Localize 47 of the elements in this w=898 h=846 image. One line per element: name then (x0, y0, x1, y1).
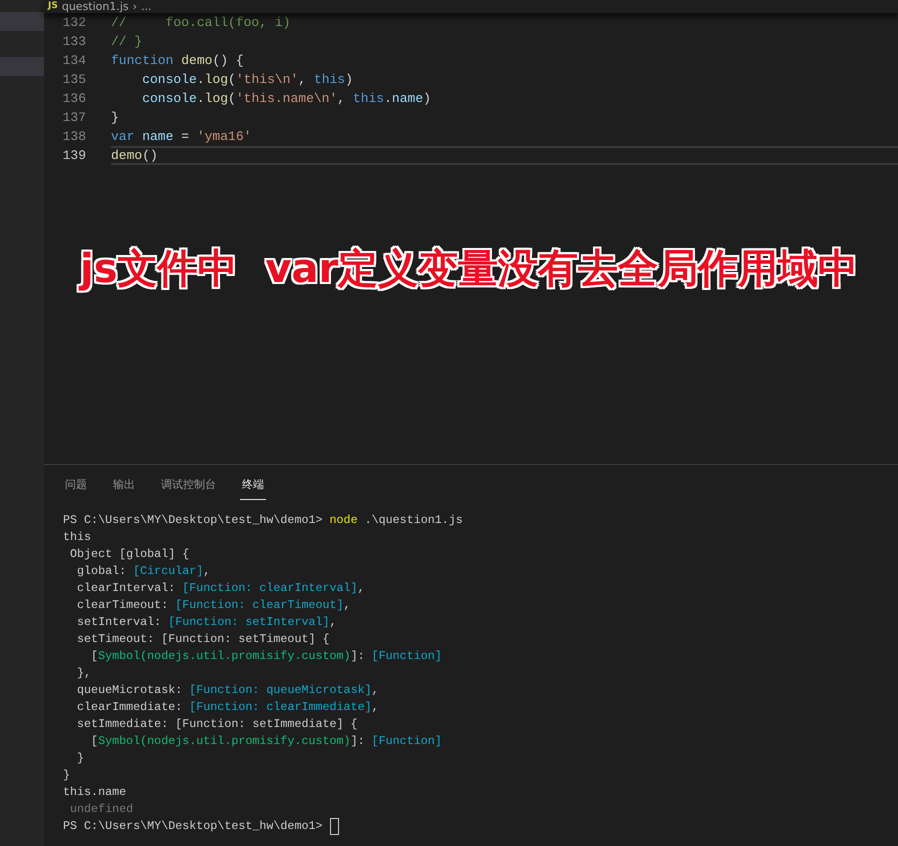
panel-tab[interactable]: 调试控制台 (159, 475, 218, 500)
line-number: 137 (62, 110, 87, 125)
code-line: console.log('this\n', this) (141, 71, 354, 89)
list-row-highlight (0, 12, 44, 31)
line-number: 133 (62, 34, 87, 49)
annotation-text: js文件中 var定义变量没有去全局作用域中 (80, 245, 858, 294)
code-line: demo() (111, 146, 898, 165)
terminal-cursor (330, 818, 339, 835)
list-row-highlight (0, 57, 44, 76)
panel-tab[interactable]: 输出 (111, 475, 137, 500)
js-file-icon: JS (48, 0, 58, 13)
terminal-line: PS C:\Users\MY\Desktop\test_hw\demo1> node .\question1.js (63, 512, 463, 529)
panel-tab[interactable]: 问题 (63, 475, 89, 500)
breadcrumb-file[interactable]: question1.js (62, 0, 129, 13)
line-number: 139 (62, 148, 87, 163)
terminal-line: global: [Circular], (76, 563, 210, 580)
terminal-line: clearImmediate: [Function: clearImmediate], (76, 699, 379, 716)
terminal-line: this.name (63, 784, 126, 801)
line-number: 135 (62, 72, 87, 87)
terminal-line: PS C:\Users\MY\Desktop\test_hw\demo1> (63, 818, 339, 835)
code-line: console.log('this.name\n', this.name) (141, 90, 432, 108)
terminal-line: undefined (69, 801, 134, 818)
terminal-line: queueMicrotask: [Function: queueMicrotask], (76, 682, 379, 699)
terminal-line: } (76, 750, 84, 767)
terminal-line: setImmediate: [Function: setImmediate] { (76, 716, 358, 733)
code-line: function demo() { (111, 52, 245, 70)
terminal-line: [Symbol(nodejs.util.promisify.custom)]: [Function] (90, 733, 442, 750)
breadcrumb-more[interactable]: ... (141, 0, 152, 13)
breadcrumb-separator: › (132, 0, 138, 13)
terminal-line: Object [global] { (69, 546, 190, 563)
terminal-line: clearInterval: [Function: clearInterval], (76, 580, 365, 597)
panel-tab[interactable]: 终端 (240, 475, 266, 500)
code-line: } (111, 109, 120, 127)
line-number: 138 (62, 129, 87, 144)
line-number: 132 (62, 15, 87, 30)
terminal-line: setInterval: [Function: setInterval], (76, 614, 337, 631)
code-line: // } (111, 33, 144, 51)
terminal-line: setTimeout: [Function: setTimeout] { (76, 631, 330, 648)
terminal-line: } (63, 767, 70, 784)
code-line: var name = 'yma16' (111, 128, 252, 146)
terminal-line: this (63, 529, 92, 546)
terminal-line: }, (76, 665, 92, 682)
code-line: // foo.call(foo, i) (111, 14, 292, 32)
line-number: 136 (62, 91, 87, 106)
terminal-line: [Symbol(nodejs.util.promisify.custom)]: [Function] (90, 648, 442, 665)
line-number: 134 (62, 53, 87, 68)
terminal-line: clearTimeout: [Function: clearTimeout], (76, 597, 351, 614)
